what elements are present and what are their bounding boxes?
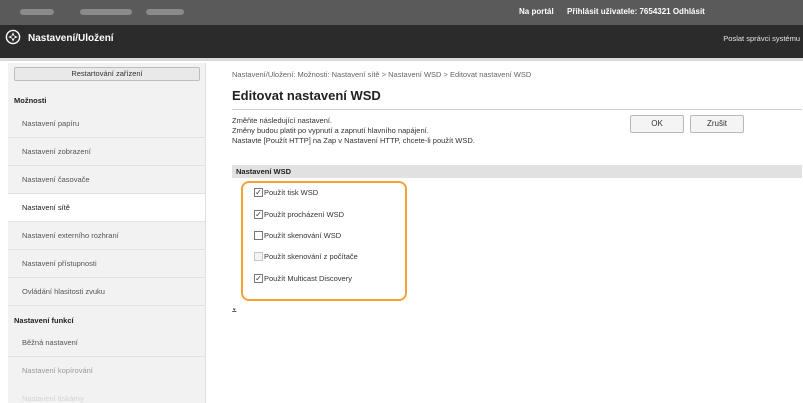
option-label: Použít tisk WSD (264, 188, 319, 197)
breadcrumb: Nastavení/Uložení: Možnosti: Nastavení s… (232, 70, 532, 79)
option-label: Použít skenování WSD (264, 231, 342, 240)
top-bar: Na portál Přihlásit uživatele: 7654321 O… (0, 0, 803, 25)
cancel-button[interactable]: Zrušit (690, 115, 744, 133)
checkbox-disabled-icon (254, 251, 263, 261)
sidebar-item-network-settings[interactable]: Nastavení sítě (8, 194, 205, 222)
page-title: Editovat nastavení WSD (232, 88, 381, 103)
option-use-computer-scan: Použít skenování z počítače (254, 251, 358, 263)
sidebar-item-timer-settings[interactable]: Nastavení časovače (8, 166, 205, 194)
divider (0, 58, 803, 61)
option-use-multicast-discovery[interactable]: ✓ Použít Multicast Discovery (254, 273, 352, 285)
sidebar-section-function-settings: Nastavení funkcí (14, 316, 74, 325)
sidebar-section-preferences: Možnosti (14, 96, 47, 105)
portal-link[interactable]: Na portál (519, 7, 554, 16)
option-label: Použít procházení WSD (264, 210, 345, 219)
blurred-text (80, 9, 132, 15)
divider (232, 109, 802, 110)
sidebar: Restartování zařízení Možnosti Nastavení… (8, 63, 206, 403)
instruction-text: Změňte následující nastavení. Změny budo… (232, 116, 475, 146)
section-header-wsd: Nastavení WSD (232, 165, 802, 178)
option-use-wsd-browsing[interactable]: ✓ Použít procházení WSD (254, 209, 344, 221)
blurred-text (20, 9, 54, 15)
settings-register-icon (5, 29, 21, 45)
login-user-info: Přihlásit uživatele: 7654321 Odhlásit (567, 7, 705, 16)
sidebar-item-common-settings[interactable]: Běžná nastavení (8, 329, 205, 357)
instruction-line: Nastavte [Použít HTTP] na Zap v Nastaven… (232, 136, 475, 145)
sidebar-item-printer-settings[interactable]: Nastavení tiskárny (8, 385, 205, 403)
instruction-line: Změňte následující nastavení. (232, 116, 333, 125)
instruction-line: Změny budou platit po vypnutí a zapnutí … (232, 126, 429, 135)
checkbox-checked-icon[interactable]: ✓ (254, 187, 263, 197)
option-use-wsd-scanning[interactable]: Použít skenování WSD (254, 230, 341, 242)
sidebar-item-display-settings[interactable]: Nastavení zobrazení (8, 138, 205, 166)
mail-admin-link[interactable]: Poslat správci systému (723, 34, 800, 43)
option-label: Použít skenování z počítače (264, 252, 358, 261)
blurred-text (146, 9, 184, 15)
ok-button[interactable]: OK (630, 115, 684, 133)
main-content: Nastavení/Uložení: Možnosti: Nastavení s… (222, 63, 803, 403)
sidebar-item-external-interface[interactable]: Nastavení externího rozhraní (8, 222, 205, 250)
restart-device-button[interactable]: Restartování zařízení (14, 67, 200, 81)
sidebar-item-accessibility[interactable]: Nastavení přístupnosti (8, 250, 205, 278)
sidebar-item-volume-control[interactable]: Ovládání hlasitosti zvuku (8, 278, 205, 306)
checkbox-checked-icon[interactable]: ✓ (254, 273, 263, 283)
sidebar-item-paper-settings[interactable]: Nastavení papíru (8, 110, 205, 138)
option-use-wsd-printing[interactable]: ✓ Použít tisk WSD (254, 187, 318, 199)
checkbox-unchecked-icon[interactable] (254, 230, 263, 240)
option-label: Použít Multicast Discovery (264, 274, 352, 283)
scroll-top-icon[interactable]: ⩡ (232, 306, 237, 316)
page-header-title: Nastavení/Uložení (28, 33, 114, 44)
sidebar-item-copy-settings[interactable]: Nastavení kopírování (8, 357, 205, 385)
checkbox-checked-icon[interactable]: ✓ (254, 209, 263, 219)
title-bar: Nastavení/Uložení Poslat správci systému (0, 25, 803, 61)
